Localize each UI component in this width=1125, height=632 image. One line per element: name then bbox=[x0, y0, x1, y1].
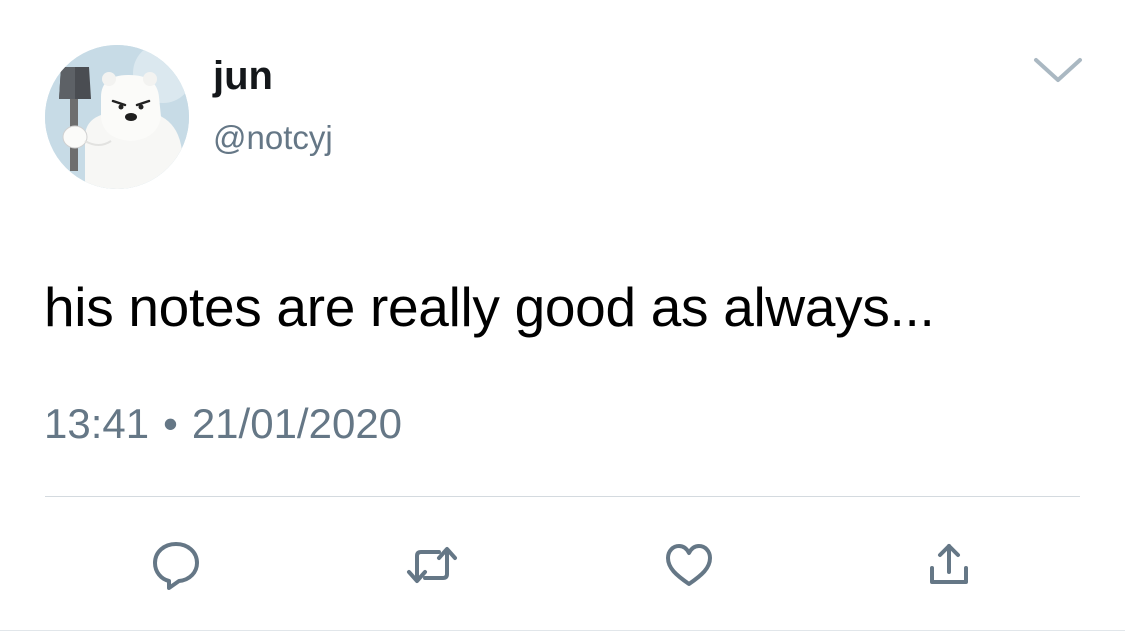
polar-bear-avatar-image bbox=[45, 45, 189, 189]
like-button[interactable] bbox=[662, 538, 716, 592]
reply-button[interactable] bbox=[149, 538, 203, 592]
tweet-time: 13:41 bbox=[44, 400, 150, 447]
divider bbox=[45, 496, 1080, 497]
meta-separator: • bbox=[163, 400, 178, 447]
retweet-button[interactable] bbox=[405, 538, 459, 592]
divider bbox=[0, 630, 1125, 631]
share-button[interactable] bbox=[922, 538, 976, 592]
user-handle[interactable]: @notcyj bbox=[213, 118, 333, 158]
display-name[interactable]: jun bbox=[213, 52, 273, 100]
tweet-text: his notes are really good as always... bbox=[44, 276, 935, 338]
heart-icon bbox=[666, 544, 712, 586]
reply-icon bbox=[153, 542, 199, 590]
chevron-down-icon[interactable] bbox=[1030, 52, 1086, 88]
share-icon bbox=[930, 544, 968, 584]
tweet-date: 21/01/2020 bbox=[191, 400, 403, 447]
avatar[interactable] bbox=[45, 45, 189, 189]
retweet-icon bbox=[407, 547, 457, 583]
tweet-timestamp: 13:41 • 21/01/2020 bbox=[44, 398, 402, 450]
